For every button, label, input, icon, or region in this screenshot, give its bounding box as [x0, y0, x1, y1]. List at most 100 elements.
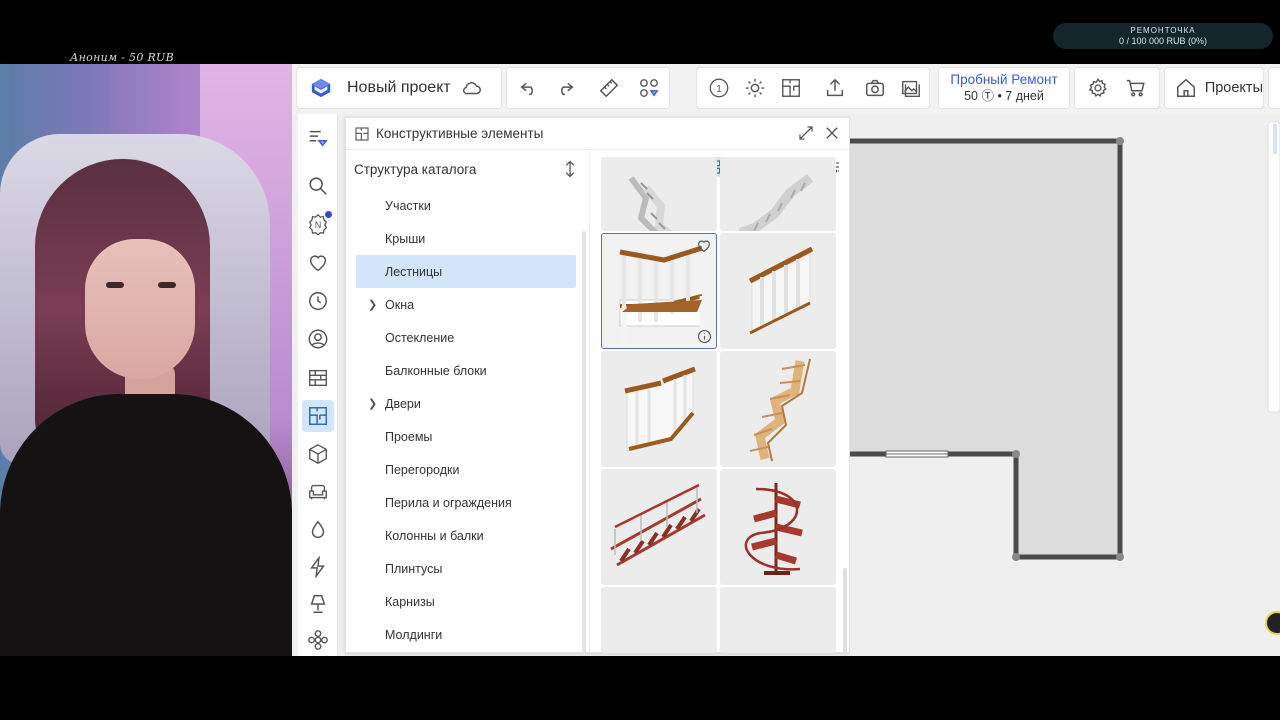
tree-item-moldings[interactable]: Молдинги: [356, 618, 576, 651]
product-card-stair[interactable]: [601, 157, 717, 231]
wall-node[interactable]: [1012, 450, 1020, 458]
favorite-heart-icon[interactable]: [696, 238, 712, 254]
projects-label: Проекты: [1204, 80, 1263, 96]
wall-node[interactable]: [1116, 553, 1124, 561]
product-card-stair[interactable]: [720, 469, 836, 585]
stair-thumbnail: [749, 358, 811, 462]
product-card-stair[interactable]: [601, 469, 717, 585]
plant-decor-icon[interactable]: [302, 624, 334, 656]
electricity-icon[interactable]: [302, 551, 334, 583]
water-drop-icon[interactable]: [302, 514, 334, 546]
tree-item-railings[interactable]: Перила и ограждения: [356, 486, 576, 519]
sofa-icon[interactable]: [302, 476, 334, 508]
tools-sidebar: N: [298, 114, 338, 656]
grid-scrollbar[interactable]: [843, 568, 847, 656]
stair-thumbnail: [748, 246, 814, 335]
webcam-feed: [0, 64, 292, 656]
tree-item-partitions[interactable]: Перегородки: [356, 453, 576, 486]
product-card-stair[interactable]: [720, 587, 836, 653]
goal-title: РЕМОНТОЧКА: [1130, 26, 1196, 35]
project-title[interactable]: Новый проект: [347, 79, 451, 97]
tree-item-balcony-blocks[interactable]: Балконные блоки: [356, 354, 576, 387]
tree-item-baseboards[interactable]: Плинтусы: [356, 552, 576, 585]
catalog-panel: Конструктивные элементы Структура катало…: [345, 117, 850, 656]
tree-item-doors[interactable]: ❯ Двери: [356, 387, 576, 420]
stair-thumbnail: [744, 483, 803, 575]
gallery-icon[interactable]: [893, 68, 929, 108]
floorplan-icon[interactable]: [773, 68, 809, 108]
top-toolbar: Новый проект 1 Пробный Ремонт 50 Ⓣ • 7 д…: [292, 64, 1280, 114]
product-card-stair[interactable]: [720, 351, 836, 467]
stair-thumbnail: [624, 366, 696, 452]
camera-icon[interactable]: [857, 68, 893, 108]
svg-text:N: N: [315, 220, 322, 230]
info-icon[interactable]: [697, 329, 712, 344]
level-selector[interactable]: 1: [701, 68, 737, 108]
ruler-icon[interactable]: [587, 68, 631, 108]
product-card-stair[interactable]: [720, 157, 836, 231]
floor-plan-canvas[interactable]: [850, 114, 1280, 656]
close-icon[interactable]: [823, 124, 841, 142]
gear-icon[interactable]: [1079, 68, 1117, 108]
tree-item-columns-beams[interactable]: Колонны и балки: [356, 519, 576, 552]
tree-item-roofs[interactable]: Крыши: [356, 222, 576, 255]
chevron-right-icon[interactable]: ❯: [368, 397, 377, 410]
catalog-tree: Структура каталога Участки Крыши Лестниц…: [346, 151, 590, 656]
project-group: Новый проект: [296, 67, 502, 109]
cart-icon[interactable]: [1117, 68, 1155, 108]
heart-icon[interactable]: [302, 247, 334, 279]
sun-icon[interactable]: [737, 68, 773, 108]
clock-icon[interactable]: [302, 285, 334, 317]
wall-node[interactable]: [1012, 553, 1020, 561]
export-icon[interactable]: [813, 68, 857, 108]
trial-detail: 50 Ⓣ • 7 дней: [964, 89, 1044, 103]
product-card-stair[interactable]: [720, 233, 836, 349]
collapse-toggle-icon[interactable]: [561, 160, 579, 178]
stair-thumbnail: [610, 483, 706, 567]
product-card-stair[interactable]: [601, 587, 717, 653]
edit-group: [506, 67, 670, 109]
planner-app: Новый проект 1 Пробный Ремонт 50 Ⓣ • 7 д…: [292, 64, 1280, 656]
tree-item-windows[interactable]: ❯ Окна: [356, 288, 576, 321]
redo-icon[interactable]: [547, 68, 583, 108]
tree-item-glazing[interactable]: Остекление: [356, 321, 576, 354]
product-card-stair-selected[interactable]: [601, 233, 717, 349]
tree-item-stairs[interactable]: Лестницы: [356, 255, 576, 288]
donation-goal: РЕМОНТОЧКА 0 / 100 000 RUB (0%): [1053, 23, 1273, 49]
trial-plan-button[interactable]: Пробный Ремонт 50 Ⓣ • 7 дней: [938, 67, 1070, 109]
stair-thumbnail: [738, 174, 813, 231]
goal-progress: 0 / 100 000 RUB (0%): [1118, 36, 1208, 46]
new-items-icon[interactable]: N: [302, 208, 334, 240]
view-group: 1: [696, 67, 930, 109]
tree-item-plots[interactable]: Участки: [356, 189, 576, 222]
catalog-menu-icon[interactable]: [302, 122, 334, 154]
lamp-icon[interactable]: [302, 588, 334, 620]
tree-item-openings[interactable]: Проемы: [356, 420, 576, 453]
panel-title: Конструктивные элементы: [376, 126, 544, 141]
cube-icon[interactable]: [302, 438, 334, 470]
wall-node[interactable]: [1116, 137, 1124, 145]
tree-item-cornices[interactable]: Карнизы: [356, 585, 576, 618]
user-icon[interactable]: [302, 323, 334, 355]
level-number: 1: [716, 84, 722, 95]
catalog-premium-icon[interactable]: [631, 68, 667, 108]
stream-frame: Аноним - 50 RUB РЕМОНТОЧКА 0 / 100 000 R…: [0, 0, 1280, 720]
help-chat-button[interactable]: [1265, 611, 1280, 635]
logo-icon[interactable]: [303, 68, 339, 108]
product-card-stair[interactable]: [601, 351, 717, 467]
donation-alert: Аноним - 50 RUB: [70, 51, 174, 64]
undo-icon[interactable]: [511, 68, 547, 108]
chevron-right-icon[interactable]: ❯: [368, 298, 377, 311]
projects-button[interactable]: Проекты: [1164, 67, 1264, 109]
product-grid: [591, 151, 849, 653]
search-icon[interactable]: [302, 170, 334, 202]
notification-dot: [325, 211, 332, 218]
cloud-icon[interactable]: [457, 68, 487, 108]
tree-header: Структура каталога: [346, 151, 589, 187]
structural-elements-icon[interactable]: [302, 400, 334, 432]
toolbar-overflow: [1268, 67, 1280, 109]
stair-thumbnail: [628, 176, 674, 231]
tree-scrollbar[interactable]: [582, 231, 586, 656]
walls-icon[interactable]: [302, 362, 334, 394]
expand-icon[interactable]: [797, 124, 815, 142]
